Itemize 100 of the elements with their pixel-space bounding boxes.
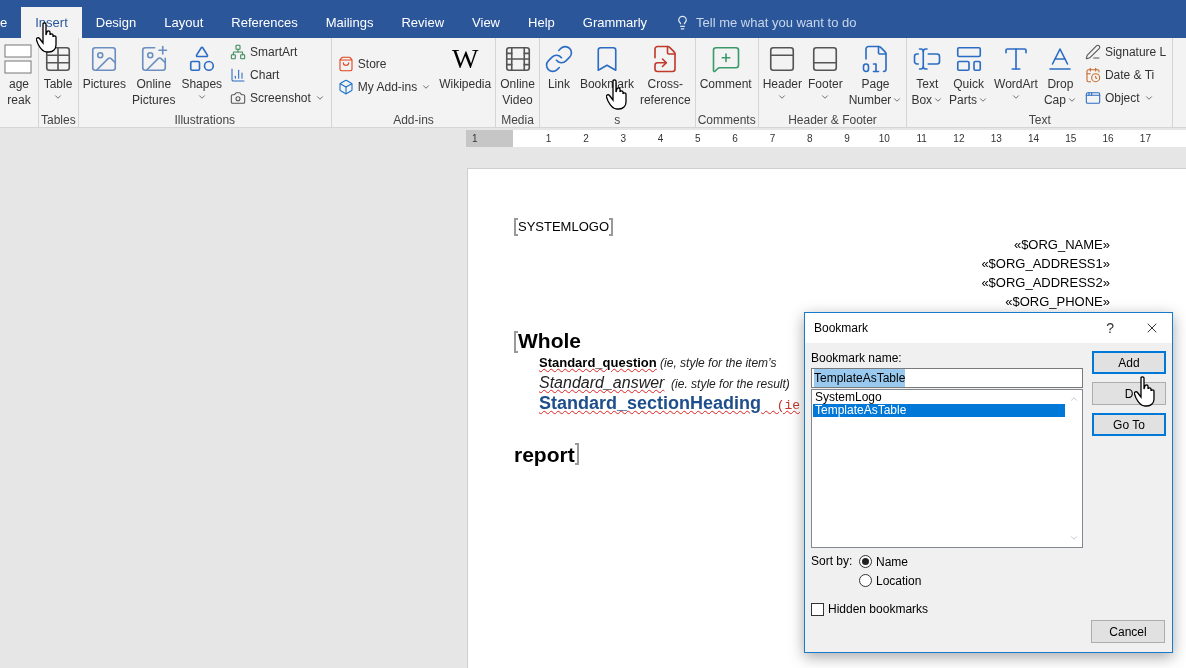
hand-cursor-icon [1134,376,1158,408]
ribbon-button[interactable]: Header [760,38,804,112]
dialog-button[interactable]: Add [1092,351,1166,374]
ruler-number: 13 [989,132,1003,146]
ruler-number: 3 [619,132,627,146]
ribbon-tab[interactable]: View [458,7,514,38]
ribbon-tab[interactable]: Design [81,7,151,38]
merge-field: «$ORG_PHONE» [1005,291,1110,311]
ribbon-tab[interactable]: e [0,7,22,38]
ribbon-button[interactable]: Signature L [1082,40,1169,64]
comment-icon [710,44,741,74]
ribbon-button[interactable]: Online Pictures [130,38,178,112]
ribbon-button[interactable]: Pictures [80,38,129,112]
wikipedia-logo: W [451,42,479,76]
ribbon-button[interactable]: SmartArt [228,40,327,64]
ruler-margin: 1 [466,130,513,147]
ribbon-button[interactable]: Comment [697,38,754,112]
help-button[interactable]: ? [1106,317,1114,339]
ruler-number: 10 [877,132,891,146]
ribbon-button[interactable]: My Add-ins [335,75,434,98]
ruler-number: 14 [1026,132,1041,146]
ribbon-button[interactable]: Footer [806,38,845,112]
group-label: Text [1028,113,1051,127]
sort-label: Sort by: [811,553,854,570]
group-label: Header & Footer [788,113,877,127]
ribbon-button[interactable]: W Wikipedia [437,38,494,112]
group-label: s [614,113,621,127]
ribbon-tab[interactable]: Mailings [311,7,388,38]
ruler-number: 15 [1064,132,1078,146]
merge-field: «$ORG_ADDRESS1» [981,253,1110,273]
group-label: Media [501,113,534,127]
document-text: Standard_sectionHeading [539,393,762,413]
document-text: Whole [518,330,581,350]
list-item[interactable]: SystemLogo [813,391,1065,404]
ribbon-tab[interactable]: Help [514,7,569,38]
smartart-icon [230,44,247,60]
ribbon-button[interactable]: Shapes [179,38,225,112]
ribbon-button[interactable]: Online Video [498,38,537,112]
page-break-icon [4,43,34,75]
list-item[interactable]: TemplateAsTable [813,404,1065,417]
ribbon-tab[interactable]: References [217,7,312,38]
field-label: Bookmark name: [811,351,903,366]
dialog-button[interactable]: Go To [1092,413,1166,436]
scroll-up-icon[interactable] [1068,394,1079,404]
radio-option[interactable]: Name [859,552,922,571]
group-label: Tables [41,113,76,127]
hidden-bookmarks-checkbox[interactable]: Hidden bookmarks [811,600,1166,618]
ribbon-button[interactable]: Object [1082,86,1169,110]
cancel-button[interactable]: Cancel [1091,620,1165,643]
ruler-number: 11 [915,132,928,146]
group-label: Comments [697,113,756,127]
ribbon-tab[interactable]: Review [387,7,459,38]
ruler-number: 12 [952,132,966,146]
tell-me-field[interactable]: Tell me what you want to do [675,7,857,38]
ribbon-button[interactable]: age reak [2,38,36,112]
ribbon-button[interactable]: Link [541,38,576,112]
ruler-number: 2 [582,132,590,146]
ribbon-button[interactable]: Page Number [846,38,905,112]
chart-icon [230,67,247,83]
add-ins-icon [337,78,354,95]
document-text: SYSTEMLOGO [518,218,610,236]
ribbon-button[interactable]: Store [335,52,434,75]
document-text: Standard_answer [539,372,665,392]
store-icon [337,55,354,72]
group-label: Illustrations [174,113,236,127]
bookmark-name-field[interactable]: TemplateAsTable [811,368,1083,388]
document-text: (ie, style for the item’s [659,354,777,372]
scroll-down-icon[interactable] [1068,533,1079,543]
table-icon [43,44,73,74]
ruler-number: 6 [731,132,739,146]
group-label: Add-ins [393,113,434,127]
camera-icon [230,90,247,106]
ribbon-button[interactable]: Date & Ti [1082,63,1169,87]
ruler-number: 5 [694,132,702,146]
ruler-number: 4 [656,132,665,146]
merge-field: «$ORG_NAME» [1013,234,1110,254]
ribbon-tab[interactable]: Insert [21,7,82,38]
ribbon-button[interactable]: Text Box [909,38,946,112]
ribbon-tab[interactable]: Grammarly [568,7,662,38]
dialog-title: Bookmark [814,320,870,337]
ruler-number: 1 [544,132,553,146]
signature-icon [1084,44,1101,60]
ribbon-button[interactable]: Quick Parts [947,38,991,112]
calendar-icon [1084,67,1101,83]
ribbon-button[interactable]: Chart [228,63,327,87]
document-text: (ie [775,396,801,415]
ruler-number: 7 [768,132,777,146]
ruler-number: 17 [1138,132,1152,146]
ribbon-tab[interactable]: Layout [150,7,218,38]
ribbon-button[interactable]: Cross- reference [637,38,693,112]
ribbon-button[interactable]: Screenshot [228,86,327,110]
ribbon-button[interactable]: Drop Cap [1041,38,1079,112]
ruler-number: 9 [843,132,851,146]
radio-option[interactable]: Location [859,571,922,590]
ruler-number: 8 [805,132,814,146]
ribbon-button[interactable]: WordArt [992,38,1040,112]
ruler-number: 16 [1101,132,1115,146]
document-text: Standard_question [539,353,657,372]
object-icon [1084,90,1101,106]
document-text: (ie. style for the result) [670,375,790,393]
